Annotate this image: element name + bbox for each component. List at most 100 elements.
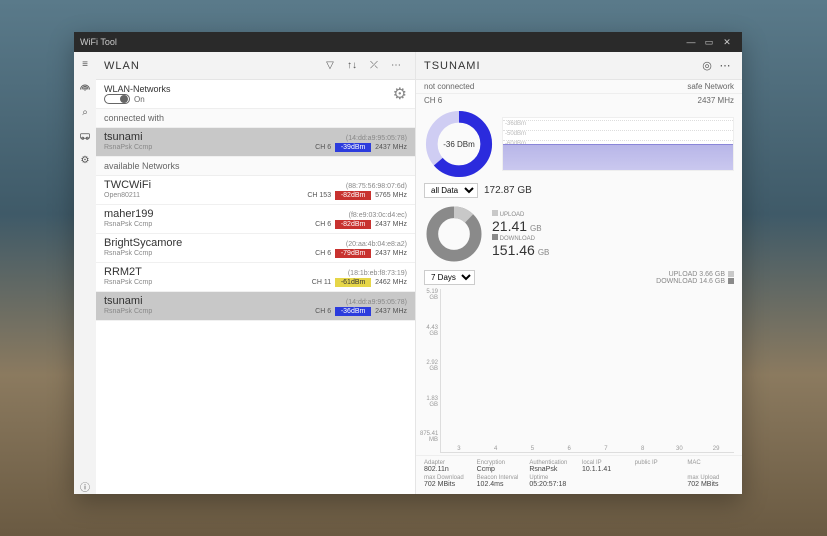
- bar-x-label: 4: [494, 446, 497, 452]
- network-security: RsnaPsk Ccmp: [104, 279, 312, 286]
- network-mac: (14:dd:a9:95:05:78): [346, 299, 407, 306]
- network-list-panel: WLAN ▽ ↑↓ ⤫ ⋯ WLAN-Networks On ⚙ connect…: [96, 52, 416, 494]
- download-value: 151.46: [492, 242, 535, 258]
- app-title: WiFi Tool: [80, 37, 682, 47]
- network-channel: CH 6: [315, 144, 331, 151]
- maximize-button[interactable]: ▭: [700, 37, 718, 48]
- network-mac: (18:1b:eb:f8:73:19): [348, 270, 407, 277]
- data-controls: all Data 172.87 GB: [416, 181, 742, 200]
- network-signal: -82dBm: [335, 220, 371, 229]
- bar-column: 3: [443, 445, 475, 452]
- detail-freq: 2437 MHz: [698, 96, 734, 105]
- section-available-label: available Networks: [104, 161, 180, 171]
- period-controls: 7 Days UPLOAD 3.66 GB DOWNLOAD 14.6 GB: [416, 268, 742, 287]
- network-mac: (20:aa:4b:04:e8:a2): [346, 241, 407, 248]
- network-row[interactable]: maher199(f8:e9:03:0c:d4:ec)RsnaPsk CcmpC…: [96, 205, 415, 234]
- v-beacon: 102.4ms: [477, 481, 524, 488]
- network-row[interactable]: tsunami(14:dd:a9:95:05:78) RsnaPsk CcmpCH…: [96, 128, 415, 157]
- network-row[interactable]: BrightSycamore(20:aa:4b:04:e8:a2)RsnaPsk…: [96, 234, 415, 263]
- network-signal: -36dBm: [335, 307, 371, 316]
- bar-x-label: 30: [676, 446, 683, 452]
- k-publicip: public IP: [635, 460, 682, 466]
- v-localip: 10.1.1.41: [582, 466, 629, 473]
- bar-column: 30: [664, 445, 696, 452]
- app-window: WiFi Tool — ▭ ✕ ≡ ⌕ ⚙ ⓘ WLAN ▽ ↑↓ ⤫: [74, 32, 742, 494]
- detail-title: TSUNAMI: [424, 60, 698, 72]
- bar-plot: 3 4 5 6 7 8 30 29: [440, 289, 734, 453]
- section-available: available Networks: [96, 157, 415, 176]
- sidebar: ≡ ⌕ ⚙ ⓘ: [74, 52, 96, 494]
- bar-column: 5: [517, 445, 549, 452]
- detail-panel: TSUNAMI ◎ ⋯ not connected safe Network C…: [416, 52, 742, 494]
- data-range-select[interactable]: all Data: [424, 183, 478, 198]
- network-freq: 2462 MHz: [375, 279, 407, 286]
- network-row[interactable]: tsunami(14:dd:a9:95:05:78)RsnaPsk CcmpCH…: [96, 292, 415, 321]
- network-signal: -79dBm: [335, 249, 371, 258]
- bar-column: 7: [590, 445, 622, 452]
- signal-charts: -36 DBm -36dBm -50dBm -60dBm -70dBm -80d…: [416, 107, 742, 181]
- legend-upload: UPLOAD 3.66 GB: [669, 271, 725, 278]
- data-donut: [424, 204, 484, 264]
- bar-column: 6: [553, 445, 585, 452]
- network-freq: 2437 MHz: [375, 144, 407, 151]
- network-signal: -39dBm: [335, 143, 371, 152]
- status-right: safe Network: [687, 82, 734, 91]
- clear-icon[interactable]: ⤫: [363, 60, 385, 71]
- minimize-button[interactable]: —: [682, 37, 700, 47]
- bar-x-label: 3: [457, 446, 460, 452]
- network-row[interactable]: TWCWiFi(88:75:56:98:07:6d)Open80211CH 15…: [96, 176, 415, 205]
- v-auth: RsnaPsk: [529, 466, 576, 473]
- network-mac: (88:75:56:98:07:6d): [346, 183, 407, 190]
- left-header-title: WLAN: [104, 60, 319, 72]
- detail-more-icon[interactable]: ⋯: [716, 59, 734, 72]
- wlan-toggle[interactable]: [104, 94, 130, 104]
- tag-icon[interactable]: ◎: [698, 59, 716, 72]
- scan-icon[interactable]: ⌕: [77, 104, 93, 120]
- network-signal: -82dBm: [335, 191, 371, 200]
- v-uptime: 05:20:57:18: [529, 481, 576, 488]
- network-mac: (f8:e9:03:0c:d4:ec): [349, 212, 407, 219]
- k-mac: MAC: [687, 460, 734, 466]
- signal-icon[interactable]: [77, 80, 93, 96]
- diagnose-icon[interactable]: [77, 128, 93, 144]
- data-total: 172.87 GB: [484, 185, 532, 196]
- network-security: RsnaPsk Ccmp: [104, 221, 315, 228]
- bar-legend: UPLOAD 3.66 GB DOWNLOAD 14.6 GB: [656, 271, 734, 285]
- network-freq: 2437 MHz: [375, 221, 407, 228]
- network-security: RsnaPsk Ccmp: [104, 250, 315, 257]
- close-button[interactable]: ✕: [718, 37, 736, 48]
- network-mac: (14:dd:a9:95:05:78): [346, 135, 407, 142]
- bar-x-label: 8: [641, 446, 644, 452]
- upload-value: 21.41: [492, 218, 527, 234]
- bar-x-label: 7: [604, 446, 607, 452]
- signal-gauge: -36 DBm: [424, 109, 494, 179]
- network-security: Open80211: [104, 192, 307, 199]
- bar-yaxis: 5.19 GB4.43 GB2.92 GB1.83 GB875.41 MB: [420, 289, 440, 453]
- titlebar: WiFi Tool — ▭ ✕: [74, 32, 742, 52]
- left-header: WLAN ▽ ↑↓ ⤫ ⋯: [96, 52, 415, 80]
- network-channel: CH 6: [315, 250, 331, 257]
- period-select[interactable]: 7 Days: [424, 270, 475, 285]
- settings-icon[interactable]: ⚙: [77, 152, 93, 168]
- donut-row: UPLOAD 21.41GB DOWNLOAD 151.46GB: [416, 200, 742, 268]
- sort-icon[interactable]: ↑↓: [341, 60, 363, 71]
- download-unit: GB: [538, 248, 550, 257]
- donut-stats: UPLOAD 21.41GB DOWNLOAD 151.46GB: [492, 210, 549, 258]
- network-name: tsunami: [104, 131, 346, 143]
- gauge-value: -36 DBm: [424, 109, 494, 179]
- info-icon[interactable]: ⓘ: [77, 478, 93, 494]
- more-icon[interactable]: ⋯: [385, 60, 407, 71]
- section-connected: connected with: [96, 109, 415, 128]
- menu-icon[interactable]: ≡: [77, 56, 93, 72]
- network-security: RsnaPsk Ccmp: [104, 308, 315, 315]
- filter-icon[interactable]: ▽: [319, 60, 341, 71]
- network-channel: CH 153: [307, 192, 331, 199]
- wlan-settings-icon[interactable]: ⚙: [393, 84, 407, 104]
- network-row[interactable]: RRM2T(18:1b:eb:f8:73:19)RsnaPsk CcmpCH 1…: [96, 263, 415, 292]
- legend-download: DOWNLOAD 14.6 GB: [656, 278, 725, 285]
- bar-column: 29: [700, 445, 732, 452]
- bar-x-label: 6: [567, 446, 570, 452]
- signal-sparkline: -36dBm -50dBm -60dBm -70dBm -80dBm: [502, 117, 734, 171]
- v-encryption: Ccmp: [477, 466, 524, 473]
- network-security: RsnaPsk Ccmp: [104, 144, 315, 151]
